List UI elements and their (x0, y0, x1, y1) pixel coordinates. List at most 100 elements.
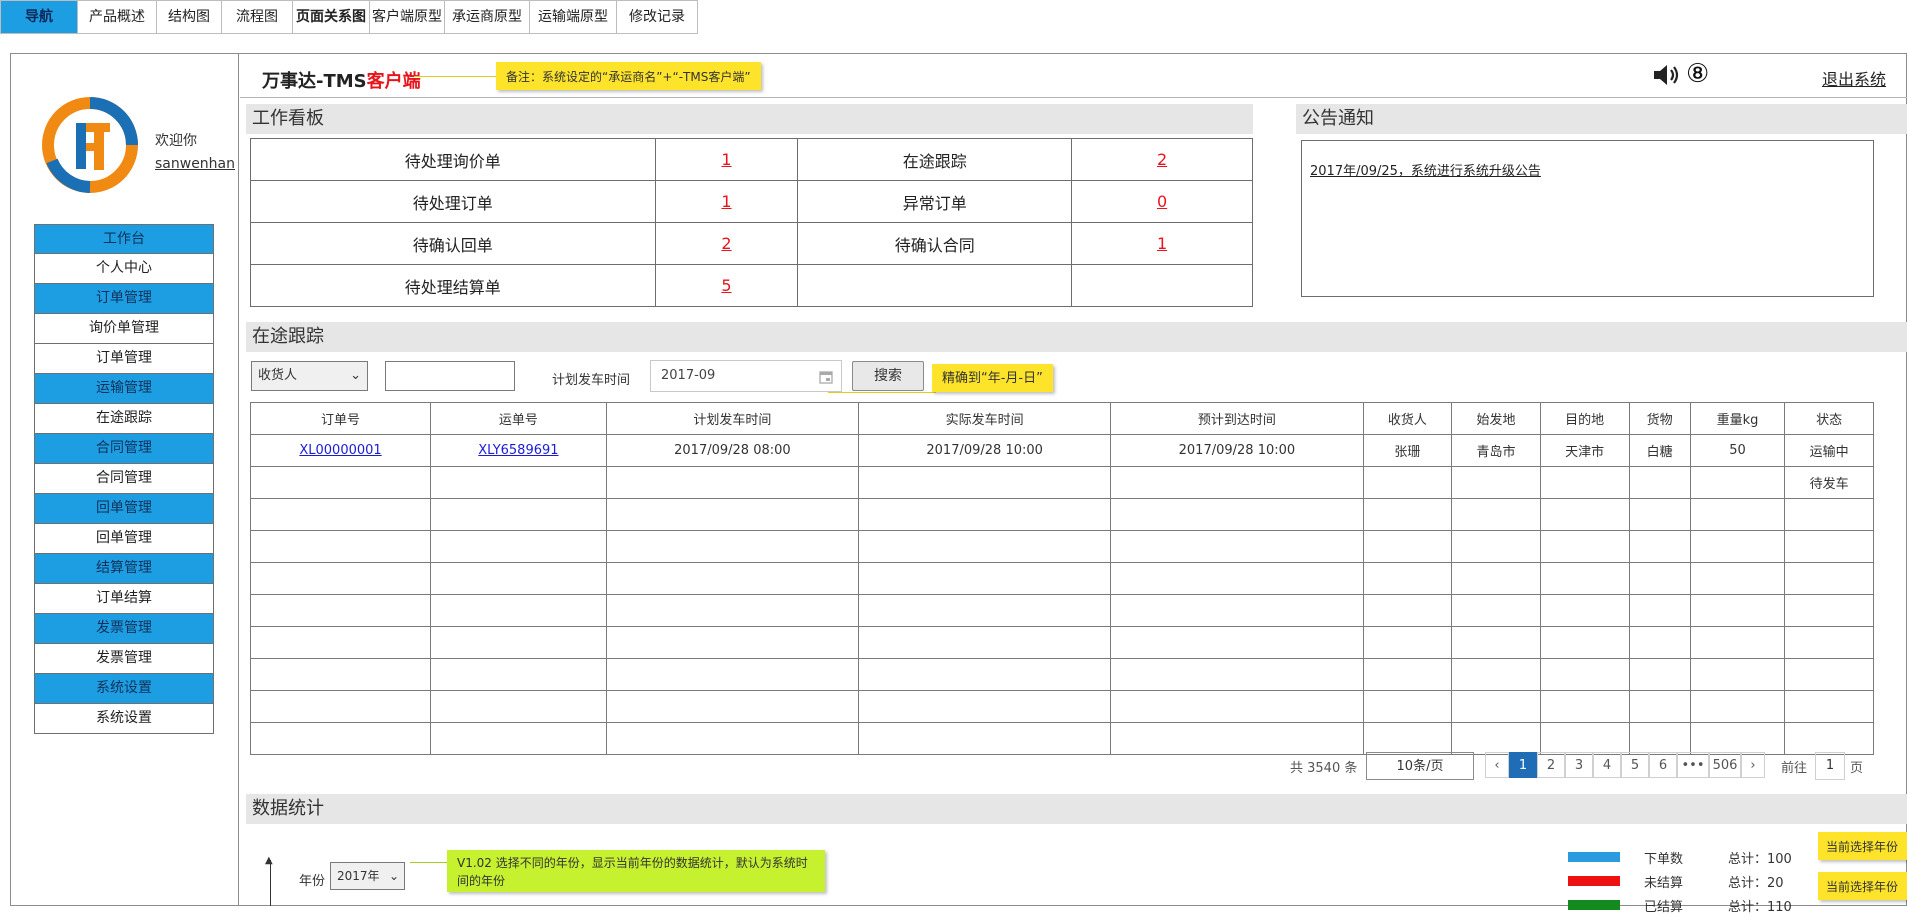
order-number-link[interactable]: XL00000001 (299, 443, 381, 458)
sidebar-group-2[interactable]: 订单管理 (34, 284, 214, 314)
table-cell (1784, 498, 1874, 531)
sidebar-item-3[interactable]: 询价单管理 (34, 314, 214, 344)
table-cell: XLY6589691 (430, 434, 607, 467)
table-cell (1362, 530, 1453, 563)
workboard-count-link[interactable]: 5 (721, 276, 731, 295)
table-cell (1110, 722, 1364, 755)
nav-tab-4[interactable]: 页面关系图 (293, 0, 370, 34)
sidebar-group-9[interactable]: 回单管理 (34, 494, 214, 524)
year-select[interactable]: 2017年 ⌄ (330, 862, 405, 890)
workboard-count-link[interactable]: 2 (721, 234, 731, 253)
table-cell (1362, 594, 1453, 627)
sidebar-group-11[interactable]: 结算管理 (34, 554, 214, 584)
nav-tab-0[interactable]: 导航 (0, 0, 78, 34)
workboard-count-link[interactable]: 1 (721, 150, 731, 169)
sidebar-item-10[interactable]: 回单管理 (34, 524, 214, 554)
nav-tab-7[interactable]: 运输端原型 (530, 0, 617, 34)
workboard-label: 待处理询价单 (250, 138, 656, 181)
prev-page-button[interactable]: ‹ (1485, 752, 1509, 778)
table-cell (1451, 466, 1541, 499)
table-cell (1451, 690, 1541, 723)
workboard-table: 待处理询价单 1 在途跟踪 2 待处理订单 1 异常订单 0 待确认回单 2 待确认合同 1 待处理结算… (250, 138, 1253, 307)
page-number[interactable]: 2 (1537, 752, 1565, 778)
page-number[interactable]: 5 (1621, 752, 1649, 778)
waybill-number-link[interactable]: XLY6589691 (478, 443, 558, 458)
notification-count-badge[interactable]: ⑧ (1686, 60, 1709, 88)
filter-keyword-input[interactable] (385, 361, 515, 391)
table-cell (1362, 498, 1453, 531)
column-header: 预计到达时间 (1110, 402, 1364, 435)
date-note-connector (828, 392, 936, 393)
table-row (249, 594, 1874, 627)
sidebar-item-1[interactable]: 个人中心 (34, 254, 214, 284)
logout-link[interactable]: 退出系统 (1822, 66, 1886, 90)
page-size-select[interactable]: 10条/页 (1366, 752, 1474, 780)
table-cell (1784, 594, 1874, 627)
sidebar-item-4[interactable]: 订单管理 (34, 344, 214, 374)
nav-tab-5[interactable]: 客户端原型 (370, 0, 445, 34)
next-page-button[interactable]: › (1741, 752, 1765, 778)
nav-tab-1[interactable]: 产品概述 (78, 0, 157, 34)
table-cell (1451, 626, 1541, 659)
sidebar-item-12[interactable]: 订单结算 (34, 584, 214, 614)
search-button[interactable]: 搜索 (852, 361, 924, 391)
table-cell (430, 562, 607, 595)
table-row: XL00000001 XLY6589691 2017/09/28 08:00 2017… (249, 434, 1874, 467)
table-cell (858, 626, 1112, 659)
workboard-count-link[interactable]: 1 (721, 192, 731, 211)
workboard-label: 待确认合同 (797, 222, 1073, 265)
table-cell (1539, 466, 1630, 499)
sidebar-group-15[interactable]: 系统设置 (34, 674, 214, 704)
notice-item[interactable]: 2017年/09/25，系统进行系统升级公告 (1310, 160, 1541, 179)
header-divider (240, 97, 1907, 98)
username-link[interactable]: sanwenhan (155, 156, 235, 172)
plan-date-input[interactable]: 2017-09 (650, 360, 842, 392)
table-cell (1110, 530, 1364, 563)
sidebar-group-0[interactable]: 工作台 (34, 224, 214, 254)
sidebar-item-8[interactable]: 合同管理 (34, 464, 214, 494)
sidebar-item-14[interactable]: 发票管理 (34, 644, 214, 674)
speaker-icon[interactable] (1652, 62, 1684, 88)
sidebar-group-7[interactable]: 合同管理 (34, 434, 214, 464)
workboard-label: 待确认回单 (250, 222, 656, 265)
page-number[interactable]: 3 (1565, 752, 1593, 778)
table-cell: 2017/09/28 10:00 (1110, 434, 1364, 467)
calendar-icon[interactable] (819, 370, 833, 384)
page-number[interactable]: 6 (1649, 752, 1677, 778)
nav-tab-6[interactable]: 承运商原型 (445, 0, 530, 34)
workboard-row: 待处理询价单 1 在途跟踪 2 (250, 138, 1253, 181)
nav-tab-2[interactable]: 结构图 (157, 0, 222, 34)
table-cell: 运输中 (1784, 434, 1874, 467)
table-cell (249, 722, 432, 755)
page-number[interactable]: 1 (1509, 752, 1537, 778)
workboard-count-link[interactable]: 2 (1157, 150, 1167, 169)
table-cell (1784, 626, 1874, 659)
workboard-count-link[interactable]: 0 (1157, 192, 1167, 211)
legend-row: 未结算 总计：20 (1568, 871, 1784, 891)
tracking-table: 订单号 运单号 计划发车时间 实际发车时间 预计到达时间 收货人 始发地 目的地 货物 重量kg 状… (249, 402, 1874, 755)
table-cell (858, 498, 1112, 531)
table-cell: 2017/09/28 08:00 (605, 434, 860, 467)
sidebar-group-13[interactable]: 发票管理 (34, 614, 214, 644)
table-row (249, 626, 1874, 659)
table-cell (1539, 530, 1630, 563)
nav-tab-3[interactable]: 流程图 (222, 0, 293, 34)
filter-field-select[interactable]: 收货人 ⌄ (251, 361, 368, 391)
table-cell (605, 498, 860, 531)
app-title-suffix: 客户端 (366, 71, 421, 92)
column-header: 目的地 (1539, 402, 1630, 435)
goto-page-input[interactable]: 1 (1815, 752, 1845, 780)
sidebar-item-6[interactable]: 在途跟踪 (34, 404, 214, 434)
sidebar-item-16[interactable]: 系统设置 (34, 704, 214, 734)
legend-total: 总计：110 (1728, 899, 1792, 915)
page-number[interactable]: 506 (1709, 752, 1741, 778)
workboard-count-cell: 5 (654, 264, 799, 307)
workboard-row: 待处理订单 1 异常订单 0 (250, 180, 1253, 223)
page-number[interactable]: 4 (1593, 752, 1621, 778)
sidebar-group-5[interactable]: 运输管理 (34, 374, 214, 404)
pager-ellipsis[interactable]: ••• (1677, 752, 1709, 778)
workboard-count-link[interactable]: 1 (1157, 234, 1167, 253)
table-cell (605, 626, 860, 659)
nav-tab-8[interactable]: 修改记录 (617, 0, 698, 34)
table-cell (1110, 594, 1364, 627)
